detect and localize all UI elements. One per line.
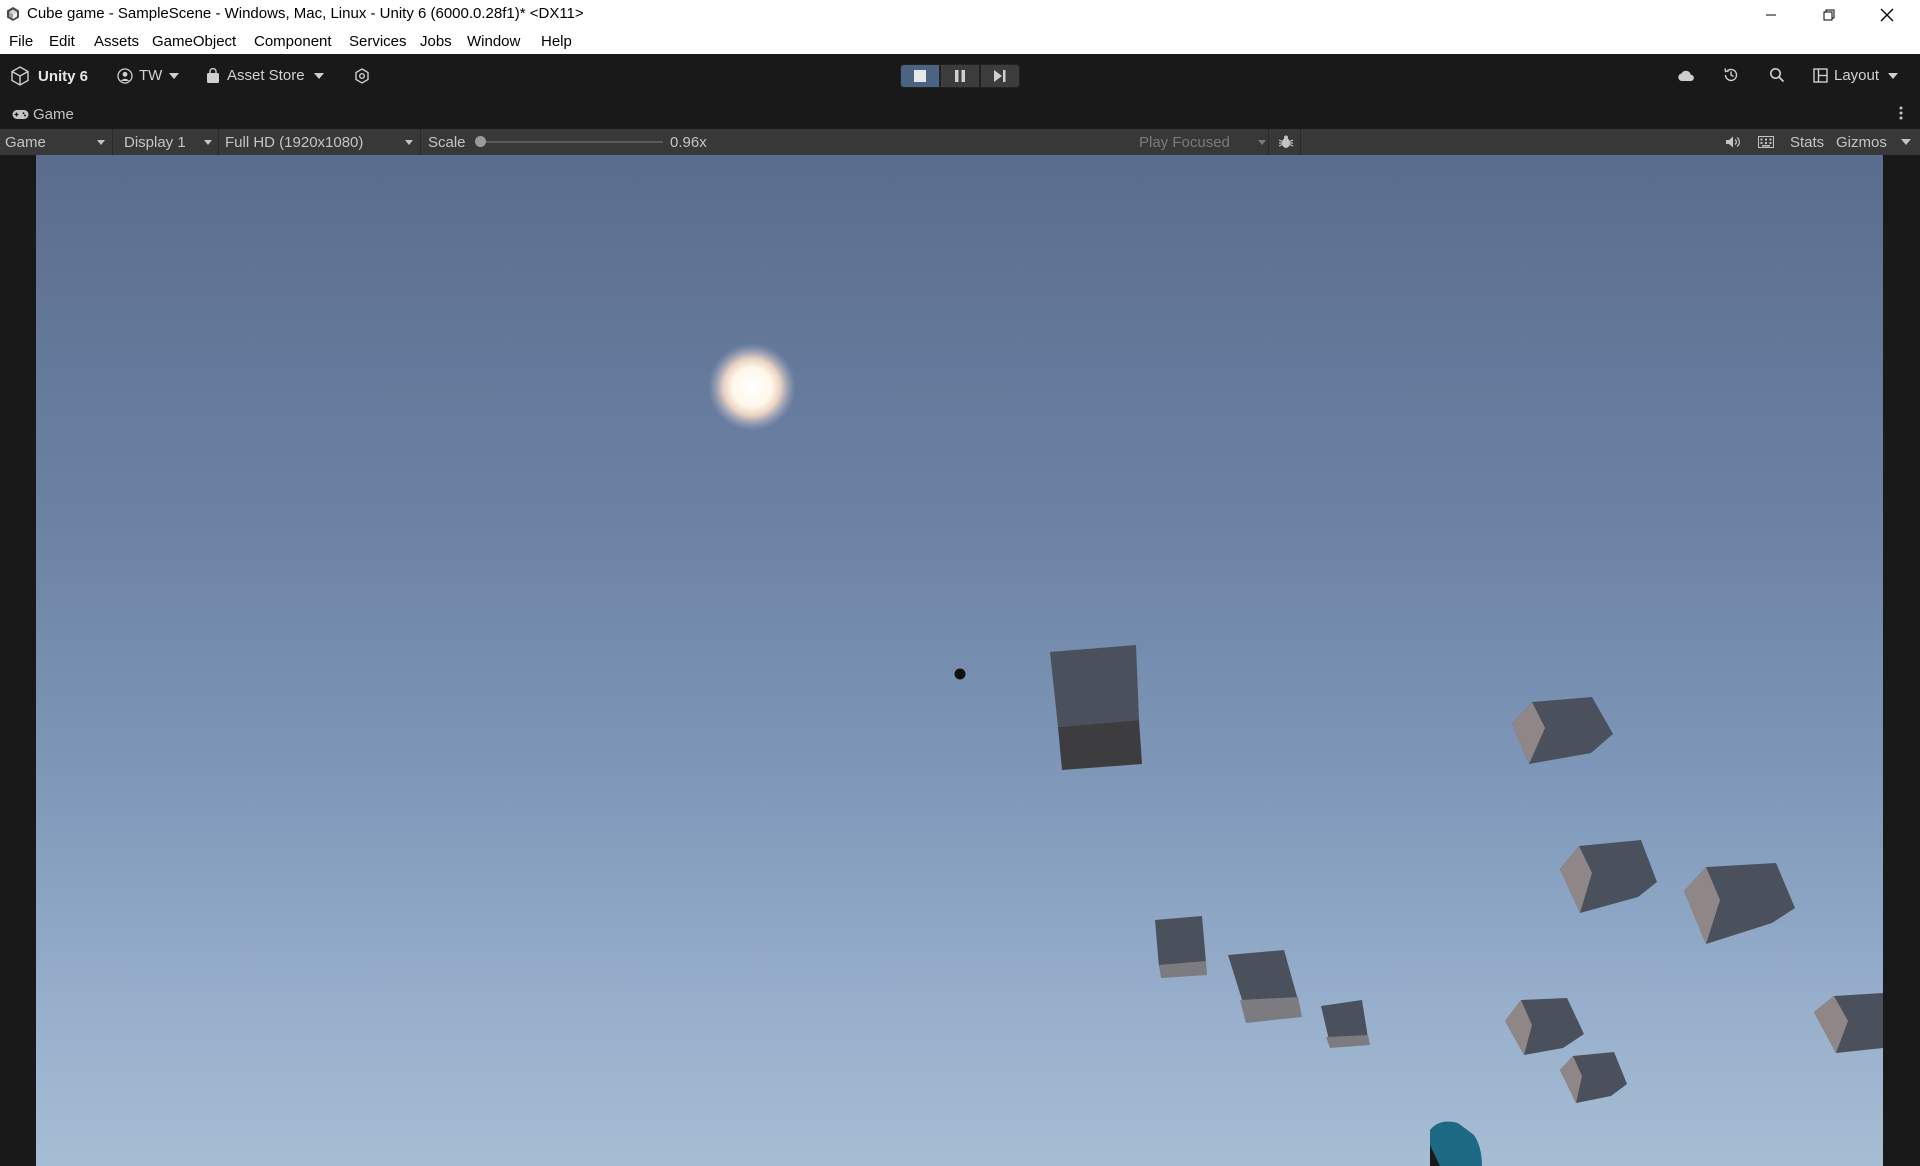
crosshair-dot: [954, 668, 966, 680]
menu-jobs[interactable]: Jobs: [420, 33, 452, 50]
cube: [1505, 998, 1584, 1055]
asset-store-label: Asset Store: [227, 67, 305, 84]
tab-bar: Game: [0, 99, 1920, 129]
game-view-toolbar: Game Display 1 Full HD (1920x1080) Scale…: [0, 129, 1920, 155]
cloud-icon: [1678, 70, 1694, 81]
step-button[interactable]: [980, 64, 1020, 88]
menu-file[interactable]: File: [9, 33, 33, 50]
menu-assets[interactable]: Assets: [94, 33, 139, 50]
close-button[interactable]: [1858, 0, 1915, 29]
cube: [1560, 840, 1657, 913]
menu-help[interactable]: Help: [541, 33, 572, 50]
chevron-down-icon: [405, 140, 413, 145]
cube: [1050, 645, 1142, 770]
asset-store-dropdown[interactable]: Asset Store: [206, 67, 324, 84]
scale-slider[interactable]: [475, 129, 665, 155]
minimize-button[interactable]: [1742, 0, 1799, 29]
unity-account-button[interactable]: Unity 6: [10, 66, 88, 86]
layout-dropdown[interactable]: Layout: [1813, 67, 1899, 84]
menu-window[interactable]: Window: [467, 33, 520, 50]
menu-component[interactable]: Component: [254, 33, 332, 50]
display-dropdown[interactable]: Display 1: [114, 129, 219, 155]
bug-icon: [1278, 135, 1294, 148]
scale-value: 0.96x: [670, 133, 707, 151]
mute-audio-button[interactable]: [1720, 129, 1746, 155]
game-scene: [708, 343, 1883, 1166]
game-viewport[interactable]: [36, 155, 1883, 1166]
layout-label: Layout: [1834, 67, 1880, 84]
view-mode-dropdown[interactable]: Game: [0, 129, 113, 155]
cube: [1814, 993, 1883, 1053]
gizmos-dropdown[interactable]: [1896, 129, 1916, 155]
account-dropdown[interactable]: TW: [117, 67, 180, 84]
main-toolbar: Unity 6 TW Asset Store Layout: [0, 54, 1920, 99]
menu-edit[interactable]: Edit: [49, 33, 75, 50]
layout-icon: [1813, 68, 1828, 83]
restore-icon: [1823, 9, 1834, 20]
account-label: TW: [139, 67, 163, 84]
unity-logo-icon: [11, 66, 29, 86]
scale-slider-thumb[interactable]: [475, 136, 486, 147]
shortcuts-button[interactable]: [1753, 129, 1779, 155]
view-mode-label: Game: [5, 133, 46, 151]
sun: [708, 343, 796, 431]
cloud-button[interactable]: [1677, 68, 1695, 82]
pause-icon: [955, 70, 965, 82]
menu-gameobject[interactable]: GameObject: [152, 33, 236, 50]
display-label: Display 1: [124, 133, 186, 151]
cube: [1321, 1000, 1370, 1048]
play-focused-dropdown[interactable]: Play Focused: [1134, 129, 1269, 155]
step-icon: [994, 70, 1006, 82]
stats-button[interactable]: Stats: [1790, 129, 1824, 155]
history-icon: [1724, 68, 1738, 82]
tab-more-button[interactable]: [1899, 106, 1903, 120]
play-controls: [900, 64, 1020, 88]
user-icon: [117, 67, 133, 84]
keyboard-icon: [1758, 136, 1774, 148]
player-object: [1430, 1121, 1482, 1166]
play-focused-label: Play Focused: [1139, 133, 1230, 151]
chevron-down-icon: [1258, 140, 1266, 145]
chevron-down-icon: [204, 140, 212, 145]
restore-button[interactable]: [1800, 0, 1857, 29]
cube: [1155, 916, 1207, 978]
tab-game-label: Game: [33, 106, 74, 123]
play-stop-button[interactable]: [900, 64, 940, 88]
cube: [1560, 1052, 1627, 1103]
tab-game[interactable]: Game: [12, 106, 74, 123]
cube: [1512, 697, 1613, 764]
cube: [1228, 950, 1302, 1023]
scale-label: Scale: [428, 133, 466, 151]
search-button[interactable]: [1769, 67, 1785, 83]
cube: [1684, 863, 1795, 944]
gamepad-icon: [12, 110, 29, 119]
version-control-button[interactable]: [354, 68, 370, 84]
chevron-down-icon: [97, 140, 105, 145]
history-button[interactable]: [1723, 67, 1739, 83]
stop-icon: [914, 70, 926, 82]
version-control-icon: [355, 68, 369, 84]
shopping-bag-icon: [207, 67, 219, 83]
search-icon: [1770, 68, 1785, 83]
chevron-down-icon: [169, 72, 180, 79]
chevron-down-icon: [313, 72, 324, 79]
resolution-label: Full HD (1920x1080): [225, 133, 364, 151]
chevron-down-icon: [1888, 72, 1899, 79]
speaker-icon: [1726, 136, 1740, 148]
unity-version-label: Unity 6: [38, 67, 89, 85]
frame-debugger-button[interactable]: [1272, 129, 1301, 155]
scale-slider-track: [475, 141, 663, 143]
window-titlebar: Cube game - SampleScene - Windows, Mac, …: [0, 0, 1920, 29]
close-icon: [1880, 8, 1893, 21]
more-vertical-icon: [1899, 106, 1903, 120]
minimize-icon: [1765, 14, 1776, 15]
window-title: Cube game - SampleScene - Windows, Mac, …: [27, 5, 584, 22]
pause-button[interactable]: [940, 64, 980, 88]
unity-logo-icon: [7, 7, 19, 21]
gizmos-button[interactable]: Gizmos: [1836, 129, 1887, 155]
menu-bar: File Edit Assets GameObject Component Se…: [0, 29, 1920, 54]
chevron-down-icon: [1901, 139, 1911, 145]
menu-services[interactable]: Services: [349, 33, 407, 50]
resolution-dropdown[interactable]: Full HD (1920x1080): [220, 129, 421, 155]
